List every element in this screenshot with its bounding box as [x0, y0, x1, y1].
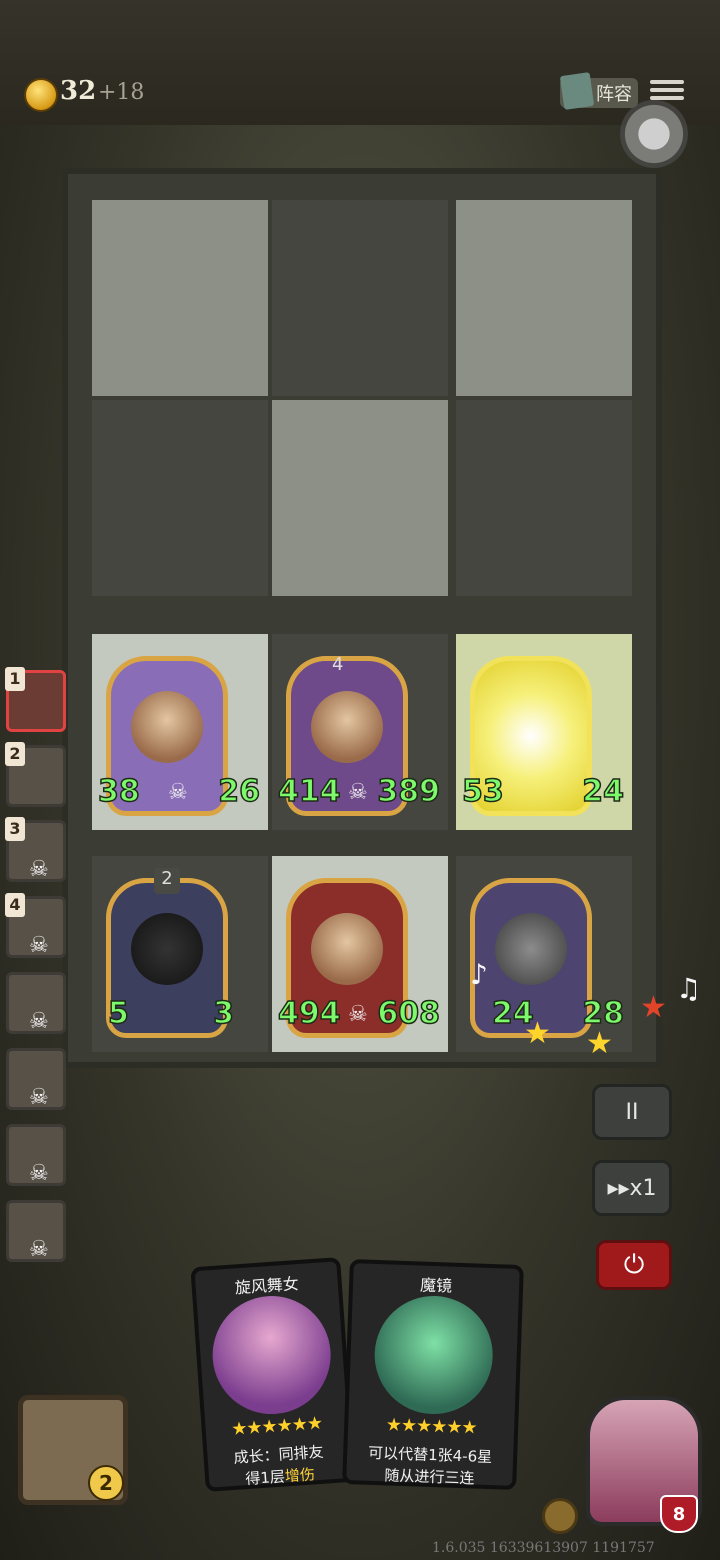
- skull-icon: ☠: [348, 1002, 368, 1027]
- opponent-item[interactable]: ☠: [6, 1124, 66, 1186]
- opponent-item[interactable]: ☠: [6, 972, 66, 1034]
- opponent-item[interactable]: 2: [5, 742, 66, 807]
- minion-portrait: [495, 913, 567, 985]
- skull-icon: ☠: [29, 1161, 49, 1186]
- minion-portrait: [311, 913, 383, 985]
- board-slot-empty[interactable]: [272, 200, 448, 396]
- minion-portrait: [131, 913, 203, 985]
- skull-icon: ☠: [29, 1237, 49, 1262]
- book-icon: [559, 72, 595, 110]
- minion-health: 26: [218, 773, 261, 810]
- star-icon: ★: [586, 1026, 613, 1061]
- skull-icon: ☠: [29, 1009, 49, 1034]
- quit-button[interactable]: ⏻: [596, 1240, 672, 1290]
- board-slot-empty[interactable]: [92, 200, 268, 396]
- board-slot-empty[interactable]: [456, 200, 632, 396]
- opponent-rank: 3: [5, 817, 25, 841]
- shop-card-portrait: [372, 1293, 495, 1417]
- shop-card-description: 可以代替1张4-6星 随从进行三连: [352, 1441, 507, 1490]
- shop-card-desc-line1: 可以代替1张4-6星: [367, 1443, 493, 1467]
- minion-attack: 5: [107, 995, 129, 1032]
- skull-icon: ☠: [348, 780, 368, 805]
- opponent-rank: 2: [5, 742, 25, 766]
- minion-portrait: [311, 691, 383, 763]
- shop-card-stars: ★★★★★★: [230, 1412, 323, 1441]
- board-slot[interactable]: 2 5 3: [92, 856, 268, 1052]
- opponent-rank: 4: [5, 893, 25, 917]
- coin-icon: [24, 78, 58, 112]
- minion-health: 608: [377, 995, 441, 1032]
- lineup-button[interactable]: 阵容: [559, 72, 638, 110]
- minion-attack: 414: [277, 773, 341, 810]
- shop-card-stars: ★★★★★★: [385, 1414, 477, 1439]
- minion-health: 3: [212, 995, 234, 1032]
- menu-icon-line: [650, 80, 684, 84]
- minion-level-badge: 4: [332, 654, 344, 675]
- opponent-rank: 1: [5, 667, 25, 691]
- minion-health: 24: [582, 773, 625, 810]
- minion-attack: 494: [277, 995, 341, 1032]
- opponent-item[interactable]: 3 ☠: [5, 817, 66, 882]
- board-slot-empty[interactable]: [456, 400, 632, 596]
- hero-health-badge: 8: [660, 1495, 698, 1533]
- opponent-item[interactable]: 1: [5, 667, 66, 732]
- coin-income: +18: [98, 80, 145, 105]
- star-icon: ★: [524, 1016, 551, 1051]
- opponent-item[interactable]: ☠: [6, 1200, 66, 1262]
- shop-card-desc-line2: 得1层: [244, 1467, 286, 1489]
- board-slot-empty[interactable]: [92, 400, 268, 596]
- shop-card-portrait: [208, 1292, 335, 1419]
- board-slot-empty[interactable]: [272, 400, 448, 596]
- minion-level-badge: 2: [154, 868, 180, 894]
- minion-portrait: [131, 691, 203, 763]
- tavern-upgrade-button[interactable]: [542, 1498, 578, 1534]
- board-slot[interactable]: 4 414 ☠ 389: [272, 634, 448, 830]
- shop-card-description: 成长：同排友 得1层增伤: [213, 1439, 346, 1492]
- floating-assist-button[interactable]: [620, 100, 688, 168]
- skull-icon: ☠: [168, 780, 188, 805]
- shop-card[interactable]: 魔镜 ★★★★★★ 可以代替1张4-6星 随从进行三连: [342, 1259, 524, 1490]
- menu-icon-line: [650, 88, 684, 92]
- chest-count-badge: 2: [88, 1465, 124, 1501]
- board-slot[interactable]: 38 ☠ 26: [92, 634, 268, 830]
- board-slot[interactable]: 53 24: [456, 634, 632, 830]
- skull-icon: ☠: [29, 933, 49, 958]
- shop-card-desc-line1: 成长：同排友: [233, 1442, 325, 1467]
- opponent-item[interactable]: 4 ☠: [5, 893, 66, 958]
- minion-attack: 53: [461, 773, 504, 810]
- pause-button[interactable]: II: [592, 1084, 672, 1140]
- shop-card[interactable]: 旋风舞女 ★★★★★★ 成长：同排友 得1层增伤: [190, 1257, 356, 1492]
- lineup-label: 阵容: [596, 84, 632, 105]
- speed-button[interactable]: ▸▸x1: [592, 1160, 672, 1216]
- shop-card-desc-highlight: 增伤: [284, 1465, 316, 1486]
- opponent-item[interactable]: ☠: [6, 1048, 66, 1110]
- skull-icon: ☠: [29, 1085, 49, 1110]
- version-text: 1.6.035 16339613907 1191757: [432, 1540, 655, 1556]
- star-icon: ★: [640, 990, 667, 1025]
- skull-icon: ☠: [29, 857, 49, 882]
- minion-attack: 38: [97, 773, 140, 810]
- music-note-icon: ♫: [676, 972, 702, 1005]
- shop-card-desc-line2: 随从进行三连: [384, 1466, 475, 1488]
- music-note-icon: ♪: [470, 958, 488, 991]
- shop-card-name: 魔镜: [419, 1275, 453, 1296]
- minion-health: 389: [377, 773, 441, 810]
- coin-count: 32: [60, 76, 97, 106]
- board-slot[interactable]: 494 ☠ 608: [272, 856, 448, 1052]
